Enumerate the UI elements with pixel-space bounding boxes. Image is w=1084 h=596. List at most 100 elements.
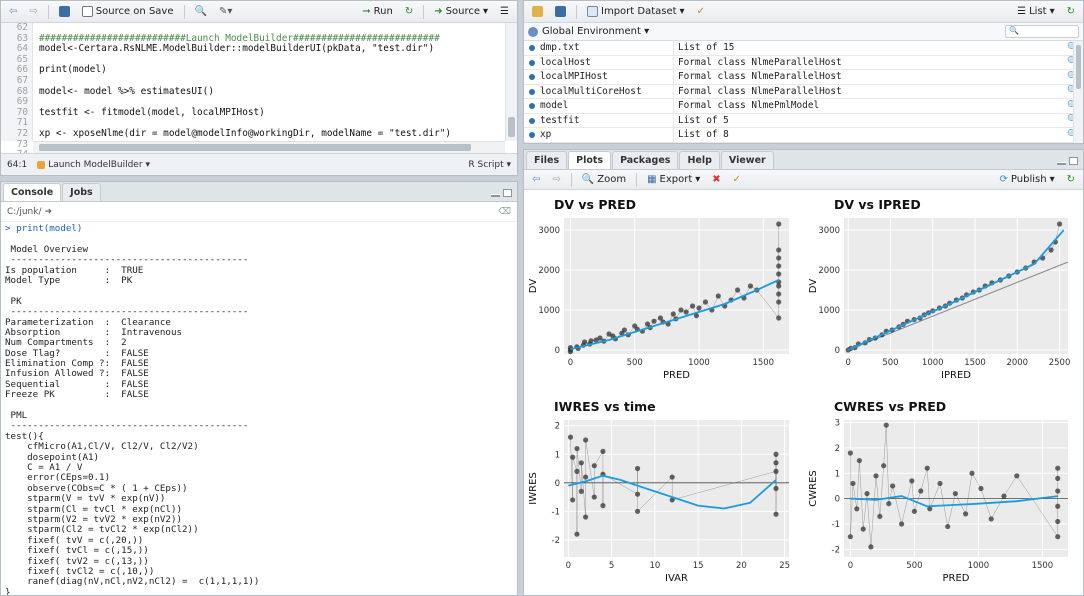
publish-icon: ⟳ bbox=[999, 174, 1008, 185]
section-navigator[interactable]: Launch ModelBuilder ▾ bbox=[37, 160, 150, 170]
environment-row[interactable]: testfitList of 5🔍 bbox=[524, 113, 1083, 128]
data-point bbox=[945, 523, 951, 530]
tab-viewer[interactable]: Viewer bbox=[720, 151, 774, 169]
chevron-down-icon: ▾ bbox=[483, 6, 489, 17]
environment-toolbar: Import Dataset ▾ ✓ ☰ List ▾ ↻ bbox=[524, 1, 1083, 23]
maximize-icon[interactable] bbox=[503, 189, 512, 197]
data-point bbox=[773, 451, 779, 457]
rerun-icon[interactable]: ↻ bbox=[401, 4, 417, 19]
environment-search-input[interactable]: 🔍 bbox=[1005, 25, 1079, 38]
environment-scrollbar[interactable] bbox=[1073, 41, 1083, 143]
x-tick-label: 500 bbox=[882, 358, 898, 368]
search-icon[interactable]: 🔍 bbox=[191, 4, 211, 19]
language-selector[interactable]: R Script ▾ bbox=[468, 160, 511, 170]
clear-console-icon[interactable]: ⌫ bbox=[498, 207, 511, 217]
section-icon bbox=[37, 160, 46, 169]
data-point bbox=[776, 299, 782, 305]
chart-title: IWRES vs time bbox=[554, 399, 656, 414]
console-pane: Console Jobs C:/junk/ ➜ ⌫ > print(model)… bbox=[0, 181, 518, 596]
code-tools-icon[interactable]: ✎▾ bbox=[215, 4, 236, 19]
export-button[interactable]: ▦ Export ▾ bbox=[643, 172, 704, 187]
source-arrow-icon: ➜ bbox=[434, 6, 443, 17]
refresh-icon[interactable]: ↻ bbox=[1063, 4, 1079, 19]
save-icon[interactable] bbox=[55, 4, 74, 19]
editor-horizontal-scrollbar[interactable] bbox=[33, 141, 505, 153]
data-point bbox=[969, 470, 975, 476]
y-axis-label: DV bbox=[528, 279, 539, 294]
run-button[interactable]: ➞ Run bbox=[358, 4, 397, 19]
x-tick-label: 25 bbox=[779, 561, 790, 571]
data-point bbox=[581, 339, 588, 345]
data-point bbox=[847, 450, 853, 456]
code-line: model<- model %>% estimatesUI() bbox=[39, 85, 214, 97]
variable-value: List of 8 bbox=[678, 129, 729, 141]
x-tick-label: 500 bbox=[627, 358, 643, 368]
cursor-position: 64:1 bbox=[7, 159, 28, 170]
y-tick-label: -2 bbox=[552, 536, 560, 546]
environment-row[interactable]: localMPIHost Formal class NlmeParallelHos… bbox=[524, 70, 1083, 85]
chart-title: DV vs PRED bbox=[554, 197, 636, 212]
console-line: Freeze PK : FALSE bbox=[5, 389, 149, 401]
data-point bbox=[864, 490, 870, 497]
data-point bbox=[570, 497, 576, 503]
table-icon bbox=[587, 6, 598, 17]
save-workspace-icon[interactable] bbox=[551, 4, 570, 19]
console-line: ----------------------------------------… bbox=[5, 420, 249, 432]
console-output[interactable]: > print(model) Model Overview ----------… bbox=[1, 222, 517, 595]
tab-jobs[interactable]: Jobs bbox=[62, 183, 101, 201]
refresh-icon[interactable]: ↻ bbox=[1063, 172, 1079, 187]
environment-row[interactable]: modelFormal class NlmePmlModel🔍 bbox=[524, 99, 1083, 114]
environment-row[interactable]: localMultiCoreHost Formal class NlmeParal… bbox=[524, 84, 1083, 99]
x-axis-label: IPRED bbox=[941, 370, 971, 381]
minimize-icon[interactable] bbox=[1057, 162, 1066, 165]
y-tick-label: 2 bbox=[835, 444, 840, 454]
y-tick-label: 3000 bbox=[538, 226, 560, 236]
data-point bbox=[574, 468, 580, 474]
variable-name: dmp.txt bbox=[524, 41, 674, 55]
line-number: 62 bbox=[16, 22, 28, 33]
previous-plot-icon[interactable]: ⇦ bbox=[528, 172, 544, 187]
tab-files[interactable]: Files bbox=[526, 151, 568, 169]
r-icon bbox=[528, 26, 538, 37]
variable-value: Formal class NlmePmlModel bbox=[678, 100, 820, 112]
broom-icon[interactable]: ✓ bbox=[693, 4, 709, 19]
load-workspace-icon[interactable] bbox=[528, 4, 547, 19]
import-dataset-button[interactable]: Import Dataset ▾ bbox=[583, 4, 689, 19]
list-view-selector[interactable]: ☰ List ▾ bbox=[1013, 4, 1058, 19]
environment-row[interactable]: localHostFormal class NlmeParallelHost🔍 bbox=[524, 55, 1083, 70]
broom-icon[interactable]: ✓ bbox=[729, 172, 745, 187]
plot-panel bbox=[844, 218, 1068, 354]
minimize-icon[interactable] bbox=[491, 194, 500, 197]
tab-packages[interactable]: Packages bbox=[612, 151, 679, 169]
outline-icon[interactable]: ☰ bbox=[496, 4, 513, 19]
x-tick-label: 1500 bbox=[964, 358, 986, 368]
data-point bbox=[583, 437, 589, 443]
data-point bbox=[734, 287, 741, 293]
line-number: 72 bbox=[16, 127, 28, 139]
zoom-button[interactable]: 🔍 Zoom bbox=[578, 172, 630, 187]
editor-vertical-scrollbar[interactable] bbox=[505, 23, 517, 141]
back-icon[interactable]: ⇦ bbox=[5, 4, 21, 19]
data-point bbox=[578, 488, 584, 494]
variable-name: localMPIHost bbox=[524, 70, 674, 84]
code-area[interactable]: ##########################Launch ModelBu… bbox=[33, 23, 517, 141]
environment-row[interactable]: dmp.txtList of 15🔍 bbox=[524, 41, 1083, 56]
tab-help[interactable]: Help bbox=[679, 151, 720, 169]
forward-icon[interactable]: ⇨ bbox=[25, 4, 41, 19]
remove-plot-icon[interactable]: ✖ bbox=[708, 172, 724, 187]
y-axis-label: DV bbox=[808, 279, 819, 294]
tab-plots[interactable]: Plots bbox=[568, 151, 612, 169]
source-on-save-checkbox[interactable]: Source on Save bbox=[78, 4, 178, 19]
source-button[interactable]: ➜ Source ▾ bbox=[430, 4, 492, 19]
publish-button[interactable]: ⟳ Publish ▾ bbox=[996, 172, 1059, 187]
data-point bbox=[591, 494, 597, 500]
environment-scope-selector[interactable]: Global Environment ▾ bbox=[542, 26, 649, 37]
maximize-icon[interactable] bbox=[1069, 157, 1078, 165]
go-to-directory-icon[interactable]: ➜ bbox=[45, 207, 53, 217]
next-plot-icon[interactable]: ⇨ bbox=[548, 172, 564, 187]
variable-name: localHost bbox=[524, 55, 674, 69]
data-point bbox=[567, 349, 574, 355]
environment-row[interactable]: xpList of 8🔍 bbox=[524, 128, 1083, 143]
tab-console[interactable]: Console bbox=[3, 183, 62, 201]
console-line: > print(model) bbox=[5, 223, 83, 234]
